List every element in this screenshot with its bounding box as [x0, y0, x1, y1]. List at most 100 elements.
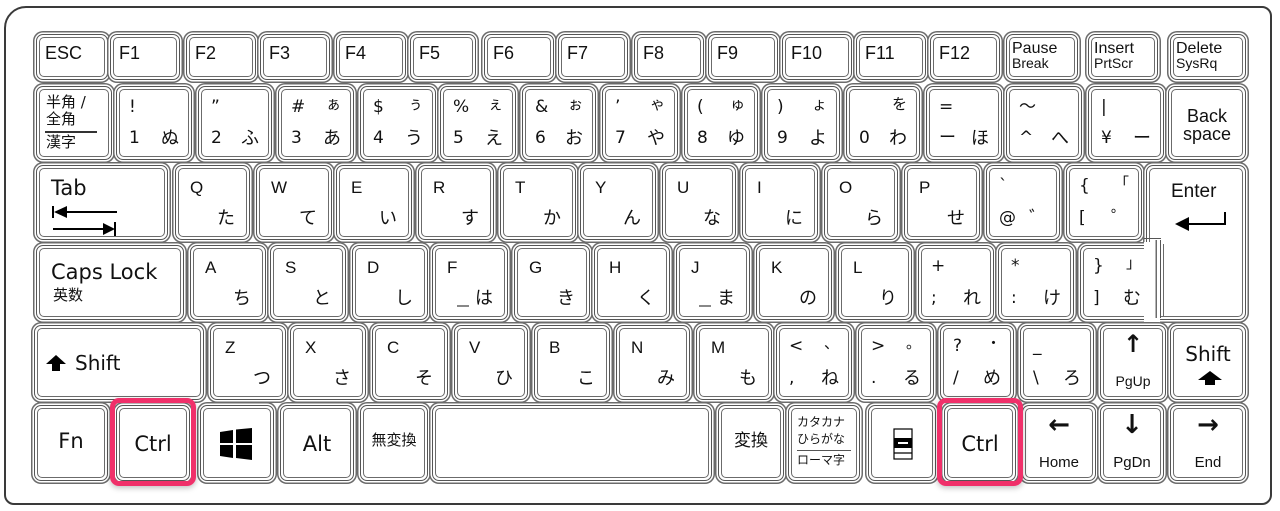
base-char: \: [1033, 368, 1039, 388]
key-alt[interactable]: Alt: [280, 405, 354, 481]
key-capslock[interactable]: Caps Lock 英数: [36, 245, 184, 320]
key-pause[interactable]: Pause Break: [1006, 34, 1078, 80]
key-rshift[interactable]: Shift: [1170, 325, 1246, 400]
key-period[interactable]: > 。. る: [858, 325, 934, 400]
key-yen[interactable]: | ¥ ー: [1088, 86, 1164, 160]
key-y[interactable]: Yん: [580, 165, 656, 240]
key-g[interactable]: Gき: [514, 245, 590, 320]
key-muhenkan[interactable]: 無変換: [360, 405, 428, 481]
key-henkan[interactable]: 変換: [718, 405, 784, 481]
key-slash[interactable]: ? ・ / め: [940, 325, 1014, 400]
letter: X: [305, 338, 317, 357]
key-t[interactable]: Tか: [500, 165, 576, 240]
key-pgup[interactable]: ↑ PgUp: [1100, 325, 1166, 400]
key-0[interactable]: を 0わ: [846, 86, 920, 160]
key-9[interactable]: ) ょ 9 よ: [764, 86, 840, 160]
key-kana[interactable]: カタカナ ひらがな ローマ字: [788, 405, 860, 481]
letter: N: [631, 338, 644, 357]
key-label-bottom: space: [1182, 124, 1232, 144]
key-r[interactable]: Rす: [418, 165, 494, 240]
key-esc[interactable]: ESC: [36, 34, 108, 80]
key-o[interactable]: Oら: [824, 165, 898, 240]
key-home[interactable]: ← Home: [1022, 405, 1096, 481]
key-l[interactable]: Lり: [838, 245, 912, 320]
key-pgdn[interactable]: ↓ PgDn: [1100, 405, 1164, 481]
key-p[interactable]: Pせ: [904, 165, 980, 240]
key-lshift[interactable]: Shift: [34, 325, 204, 400]
key-f2[interactable]: F2: [186, 34, 256, 80]
key-menu[interactable]: [868, 405, 936, 481]
key-semicolon[interactable]: +; れ: [918, 245, 994, 320]
letter: L: [853, 258, 863, 277]
key-v[interactable]: Vひ: [454, 325, 528, 400]
key-f[interactable]: Fは: [432, 245, 508, 320]
key-label-line2: ひらがな: [797, 432, 846, 446]
key-7[interactable]: ’ ゃ 7 や: [602, 86, 678, 160]
key-z[interactable]: Zつ: [210, 325, 286, 400]
key-f9[interactable]: F9: [708, 34, 778, 80]
key-f7[interactable]: F7: [558, 34, 628, 80]
key-f4[interactable]: F4: [336, 34, 406, 80]
key-2[interactable]: ” 2 ふ: [198, 86, 272, 160]
key-caret[interactable]: ～ ^ へ: [1006, 86, 1082, 160]
key-1[interactable]: ! 1 ぬ: [116, 86, 192, 160]
key-4[interactable]: $ ぅ 4 う: [360, 86, 436, 160]
windows-logo-icon: [219, 428, 253, 460]
key-8[interactable]: (ゅ 8 ゆ: [684, 86, 758, 160]
key-rbracket[interactable]: } 」] む: [1080, 245, 1154, 320]
key-h[interactable]: Hく: [594, 245, 670, 320]
key-s[interactable]: Sと: [270, 245, 346, 320]
key-x[interactable]: Xさ: [290, 325, 366, 400]
key-5[interactable]: % ぇ 5 え: [440, 86, 516, 160]
key-f1[interactable]: F1: [110, 34, 180, 80]
key-at[interactable]: ` @ ゛: [986, 165, 1060, 240]
key-comma[interactable]: < 、, ね: [776, 325, 852, 400]
shift-char: &: [535, 97, 549, 117]
key-label: F10: [791, 43, 823, 63]
key-backslash[interactable]: _ \ ろ: [1020, 325, 1094, 400]
key-d[interactable]: Dし: [352, 245, 428, 320]
key-f11[interactable]: F11: [856, 34, 926, 80]
key-6[interactable]: & ぉ 6 お: [522, 86, 596, 160]
kana-char: て: [299, 208, 317, 229]
key-insert[interactable]: Insert PrtScr: [1088, 34, 1158, 80]
key-tab[interactable]: Tab: [36, 165, 168, 240]
key-f10[interactable]: F10: [782, 34, 852, 80]
key-lbracket[interactable]: {「 [゜: [1066, 165, 1142, 240]
shift-char: {: [1079, 176, 1090, 196]
key-hankaku[interactable]: 半角 / 全角 漢字: [36, 86, 112, 160]
key-e[interactable]: Eい: [336, 165, 412, 240]
key-3[interactable]: # ぁ 3 あ: [278, 86, 354, 160]
key-inner-border: [213, 328, 283, 397]
key-w[interactable]: Wて: [256, 165, 332, 240]
kana-char: あ: [323, 128, 341, 149]
key-b[interactable]: Bこ: [534, 325, 610, 400]
key-f12[interactable]: F12: [930, 34, 1000, 80]
key-colon[interactable]: *: け: [998, 245, 1074, 320]
key-label: F2: [195, 43, 217, 63]
key-a[interactable]: Aち: [190, 245, 266, 320]
key-f6[interactable]: F6: [484, 34, 554, 80]
shift-char: (: [697, 97, 704, 117]
key-backspace[interactable]: Back space: [1168, 86, 1246, 160]
key-win[interactable]: [200, 405, 274, 481]
key-j[interactable]: Jま: [676, 245, 750, 320]
key-u[interactable]: Uな: [662, 165, 736, 240]
key-f8[interactable]: F8: [634, 34, 704, 80]
key-fn[interactable]: Fn: [34, 405, 108, 481]
key-end[interactable]: → End: [1170, 405, 1246, 481]
key-minus[interactable]: = ーほ: [926, 86, 1002, 160]
key-k[interactable]: Kの: [756, 245, 832, 320]
key-space[interactable]: [432, 405, 712, 481]
key-c[interactable]: Cそ: [372, 325, 448, 400]
letter: H: [609, 258, 622, 277]
key-f5[interactable]: F5: [410, 34, 476, 80]
key-f3[interactable]: F3: [260, 34, 330, 80]
key-i[interactable]: Iに: [742, 165, 818, 240]
key-rctrl[interactable]: Ctrl: [944, 405, 1016, 481]
key-lctrl[interactable]: Ctrl: [116, 405, 190, 481]
key-delete[interactable]: Delete SysRq: [1170, 34, 1246, 80]
key-n[interactable]: Nみ: [616, 325, 690, 400]
key-m[interactable]: Mも: [696, 325, 772, 400]
key-q[interactable]: Qた: [175, 165, 250, 240]
